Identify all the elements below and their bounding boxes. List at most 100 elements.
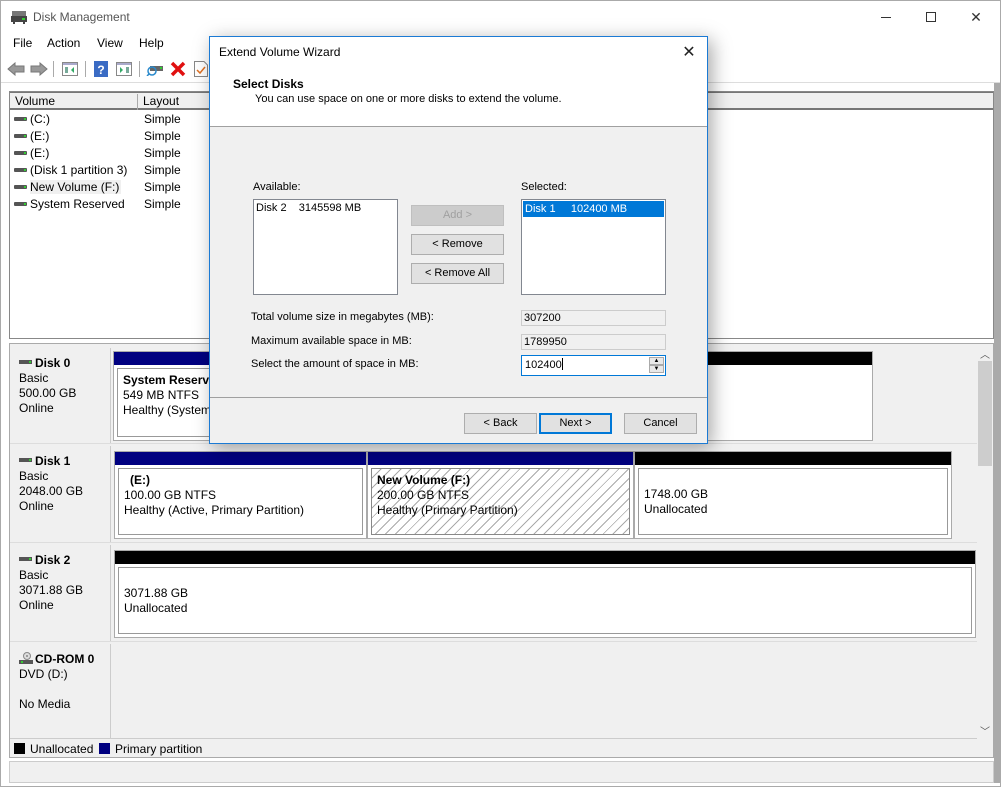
partition[interactable]: 1748.00 GB Unallocated (634, 451, 952, 539)
legend-label: Unallocated (30, 742, 94, 756)
minimize-button[interactable] (863, 1, 909, 33)
dialog-title: Extend Volume Wizard (219, 45, 341, 59)
amount-spinbox[interactable]: 102400 ▲ ▼ (521, 355, 666, 376)
volume-name: System Reserved (30, 197, 125, 211)
toolbar-separator (53, 61, 54, 77)
add-button[interactable]: Add > (411, 205, 504, 226)
partition-size: 100.00 GB NTFS (124, 488, 217, 502)
volume-row-selected[interactable]: New Volume (F:) Simple (10, 179, 210, 196)
menu-help[interactable]: Help (139, 36, 164, 50)
disk-info[interactable]: Disk 0 Basic 500.00 GB Online (10, 348, 111, 443)
selected-label: Selected: (521, 181, 567, 193)
disk-name: Disk 1 (35, 454, 71, 468)
disk-info[interactable]: CD-ROM 0 DVD (D:) No Media (10, 644, 111, 738)
close-button[interactable]: ✕ (953, 1, 999, 33)
volume-row[interactable]: (Disk 1 partition 3) Simple (10, 162, 210, 179)
maximize-button[interactable] (908, 1, 954, 33)
partition-size: 1748.00 GB (644, 487, 709, 501)
partition-type-bar (115, 551, 975, 564)
volume-row[interactable]: (C:) Simple (10, 111, 210, 128)
disk-row: Disk 1 Basic 2048.00 GB Online (E:) 100.… (10, 446, 978, 543)
disk-info[interactable]: Disk 2 Basic 3071.88 GB Online (10, 545, 111, 641)
available-disk-item[interactable]: Disk 2 3145598 MB (254, 200, 397, 216)
forward-button[interactable] (29, 59, 49, 79)
forward-arrow-icon (30, 62, 48, 76)
volume-icon (14, 168, 27, 172)
cancel-button[interactable]: Cancel (624, 413, 697, 434)
partition-type-bar (115, 452, 366, 465)
scrollbar-thumb[interactable] (978, 361, 992, 466)
dialog-separator (210, 397, 707, 398)
volume-name: (Disk 1 partition 3) (30, 163, 128, 177)
spin-up-button[interactable]: ▲ (649, 357, 664, 365)
disk-info[interactable]: Disk 1 Basic 2048.00 GB Online (10, 446, 111, 542)
volume-layout: Simple (144, 197, 181, 211)
disk-status: No Media (19, 697, 71, 711)
connect-drive-icon (146, 66, 163, 76)
menu-action[interactable]: Action (47, 36, 80, 50)
window-edge (994, 83, 1000, 783)
toolbar-separator (139, 61, 140, 77)
partition-name: System Reserve (123, 373, 212, 387)
selected-disks-list[interactable]: Disk 1 102400 MB (521, 199, 666, 295)
selected-disk-item[interactable]: Disk 1 102400 MB (523, 201, 664, 217)
partition[interactable]: 3071.88 GB Unallocated (114, 550, 976, 638)
disk-status: Online (19, 401, 54, 415)
properties-button[interactable] (191, 59, 211, 79)
back-button[interactable] (6, 59, 26, 79)
spin-down-button[interactable]: ▼ (649, 365, 664, 373)
partition-type-bar (368, 452, 633, 465)
window-title: Disk Management (33, 10, 130, 24)
volume-row[interactable]: (E:) Simple (10, 145, 210, 162)
dialog-close-button[interactable]: ✕ (679, 42, 699, 62)
show-hide-console-tree-button[interactable] (60, 59, 80, 79)
extend-volume-wizard-dialog: Extend Volume Wizard ✕ Select Disks You … (209, 36, 708, 444)
disk-type: Basic (19, 469, 49, 483)
help-button[interactable]: ? (91, 59, 111, 79)
available-disks-list[interactable]: Disk 2 3145598 MB (253, 199, 398, 295)
partition[interactable]: (E:) 100.00 GB NTFS Healthy (Active, Pri… (114, 451, 367, 539)
volume-layout: Simple (144, 146, 181, 160)
remove-all-button[interactable]: < Remove All (411, 263, 504, 284)
disk-map-scrollbar[interactable]: ︿ ﹀ (977, 344, 993, 740)
volume-layout: Simple (144, 129, 181, 143)
volume-icon (14, 202, 27, 206)
connect-drive-button[interactable] (145, 59, 165, 79)
disk-size: 2048.00 GB (19, 484, 84, 498)
remove-button[interactable]: < Remove (411, 234, 504, 255)
volume-layout: Simple (144, 163, 181, 177)
legend-item: Unallocated (14, 742, 93, 756)
next-button[interactable]: Next > (539, 413, 612, 434)
disk-row: Disk 2 Basic 3071.88 GB Online 3071.88 G… (10, 545, 978, 642)
menu-view[interactable]: View (97, 36, 123, 50)
volume-icon (14, 151, 27, 155)
total-size-value: 307200 (521, 310, 666, 326)
disk-icon (19, 360, 32, 364)
partition-body: 1748.00 GB Unallocated (638, 468, 948, 535)
scroll-up-icon[interactable]: ︿ (980, 346, 990, 361)
partition-status: Healthy (Primary Partition) (377, 503, 518, 517)
help-icon: ? (94, 61, 108, 77)
disk-status: Online (19, 598, 54, 612)
menu-file[interactable]: File (13, 36, 32, 50)
disk-name: Disk 2 (35, 553, 71, 567)
column-header-volume[interactable]: Volume (10, 94, 138, 110)
amount-input-value[interactable]: 102400 (525, 359, 562, 371)
delete-button[interactable] (168, 59, 188, 79)
volume-row[interactable]: System Reserved Simple (10, 196, 210, 213)
partition-status: Healthy (Active, Primary Partition) (124, 503, 305, 517)
disk-size: 3071.88 GB (19, 583, 84, 597)
scroll-down-icon[interactable]: ﹀ (980, 723, 990, 738)
legend: Unallocated Primary partition (10, 738, 978, 757)
back-button[interactable]: < Back (464, 413, 537, 434)
status-bar (9, 761, 994, 783)
partition-selected[interactable]: New Volume (F:) 200.00 GB NTFS Healthy (… (367, 451, 634, 539)
back-arrow-icon (7, 62, 25, 76)
show-hide-action-pane-button[interactable] (114, 59, 134, 79)
disk-status: Online (19, 499, 54, 513)
volume-name: (E:) (30, 129, 50, 143)
show-hide-action-pane-icon (116, 62, 132, 76)
volume-row[interactable]: (E:) Simple (10, 128, 210, 145)
max-space-value: 1789950 (521, 334, 666, 350)
volume-icon (14, 185, 27, 189)
